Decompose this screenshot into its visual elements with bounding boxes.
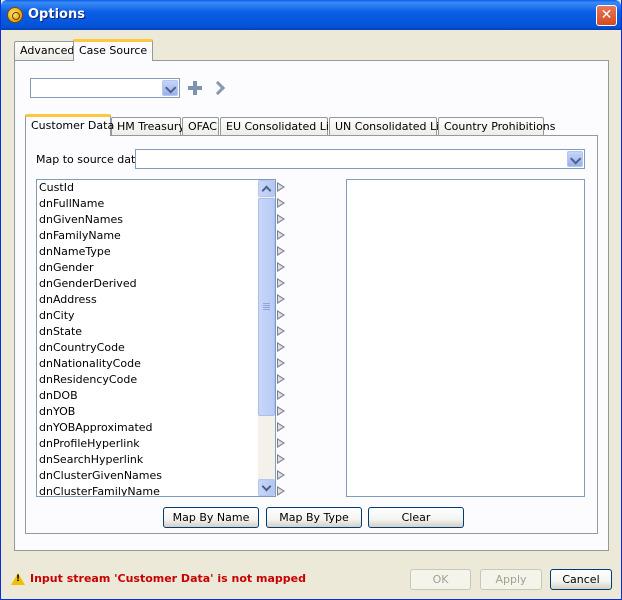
map-arrow-icon[interactable] xyxy=(277,470,285,480)
chevron-right-icon[interactable] xyxy=(211,80,227,96)
tab-eu-consolidated-list[interactable]: EU Consolidated List xyxy=(220,117,339,137)
list-item[interactable]: dnDOB xyxy=(39,388,78,404)
list-item[interactable]: dnCity xyxy=(39,308,75,324)
map-arrow-icon[interactable] xyxy=(277,278,285,288)
list-item[interactable]: dnNationalityCode xyxy=(39,356,141,372)
map-to-source-combo[interactable] xyxy=(135,149,585,169)
map-arrow-icon[interactable] xyxy=(277,326,285,336)
list-item[interactable]: dnSearchHyperlink xyxy=(39,452,143,468)
map-arrow-icon[interactable] xyxy=(277,454,285,464)
tab-country-prohibitions-label: Country Prohibitions xyxy=(444,120,556,133)
tab-hm-treasury[interactable]: HM Treasury xyxy=(111,117,185,137)
list-item[interactable]: dnAddress xyxy=(39,292,97,308)
warning-icon xyxy=(11,573,25,585)
map-arrow-icon[interactable] xyxy=(277,246,285,256)
tab-ofac[interactable]: OFAC xyxy=(182,117,219,137)
list-item[interactable]: dnYOB xyxy=(39,404,75,420)
cancel-button[interactable]: Cancel xyxy=(550,569,612,590)
chevron-down-icon[interactable] xyxy=(567,151,583,167)
map-arrow-icon[interactable] xyxy=(277,262,285,272)
list-item[interactable]: dnFullName xyxy=(39,196,104,212)
source-combo[interactable] xyxy=(30,78,180,98)
close-button[interactable]: ✕ xyxy=(596,5,617,26)
grip-line xyxy=(263,303,270,304)
app-icon xyxy=(7,7,23,23)
tab-customer-data-label: Customer Data xyxy=(31,119,115,132)
tab-un-consolidated-list-label: UN Consolidated List xyxy=(335,120,450,133)
tab-hm-treasury-label: HM Treasury xyxy=(117,120,185,133)
map-by-type-button[interactable]: Map By Type xyxy=(266,507,362,528)
window-title: Options xyxy=(28,7,85,22)
tab-customer-data[interactable]: Customer Data xyxy=(25,114,115,136)
map-arrow-icon[interactable] xyxy=(277,342,285,352)
tab-country-prohibitions[interactable]: Country Prohibitions xyxy=(438,117,556,137)
list-item[interactable]: dnNameType xyxy=(39,244,111,260)
map-arrow-icon[interactable] xyxy=(277,294,285,304)
map-arrow-icon[interactable] xyxy=(277,230,285,240)
map-arrow-icon[interactable] xyxy=(277,374,285,384)
tab-case-source[interactable]: Case Source xyxy=(73,39,154,61)
list-item[interactable]: dnClusterGivenNames xyxy=(39,468,162,484)
map-by-name-button[interactable]: Map By Name xyxy=(163,507,259,528)
list-item[interactable]: dnState xyxy=(39,324,82,340)
tab-ofac-label: OFAC xyxy=(188,120,217,133)
field-list[interactable]: CustId dnFullName dnGivenNames dnFamilyName… xyxy=(36,179,276,497)
list-item[interactable]: dnClusterFamilyName xyxy=(39,484,160,496)
scroll-thumb[interactable] xyxy=(258,198,275,416)
mapped-source-list[interactable] xyxy=(346,179,585,497)
map-arrow-icon[interactable] xyxy=(277,198,285,208)
map-arrow-icon[interactable] xyxy=(277,358,285,368)
close-icon: ✕ xyxy=(600,7,613,23)
list-item[interactable]: CustId xyxy=(39,180,74,196)
scroll-up-icon[interactable] xyxy=(258,180,275,197)
tab-advanced-label: Advanced xyxy=(20,44,75,57)
apply-button[interactable]: Apply xyxy=(480,569,542,590)
list-item[interactable]: dnCountryCode xyxy=(39,340,125,356)
map-arrow-icon[interactable] xyxy=(277,438,285,448)
map-arrow-icon[interactable] xyxy=(277,422,285,432)
clear-button[interactable]: Clear xyxy=(368,507,464,528)
scroll-down-icon[interactable] xyxy=(258,479,275,496)
map-arrow-icon[interactable] xyxy=(277,390,285,400)
map-arrow-icon[interactable] xyxy=(277,486,285,496)
list-item[interactable]: dnYOBApproximated xyxy=(39,420,153,436)
list-item[interactable]: dnGivenNames xyxy=(39,212,123,228)
status-message: Input stream 'Customer Data' is not mapp… xyxy=(30,572,306,585)
grip-line xyxy=(263,309,270,310)
list-item[interactable]: dnProfileHyperlink xyxy=(39,436,140,452)
map-arrow-icon[interactable] xyxy=(277,182,285,192)
tab-eu-consolidated-list-label: EU Consolidated List xyxy=(226,120,339,133)
map-arrow-icon[interactable] xyxy=(277,214,285,224)
chevron-down-icon[interactable] xyxy=(162,80,178,96)
tab-case-source-label: Case Source xyxy=(79,44,148,57)
grip-line xyxy=(263,307,270,308)
list-item[interactable]: dnFamilyName xyxy=(39,228,121,244)
ok-button[interactable]: OK xyxy=(410,569,471,590)
list-item[interactable]: dnGenderDerived xyxy=(39,276,137,292)
tab-un-consolidated-list[interactable]: UN Consolidated List xyxy=(329,117,449,137)
field-list-scrollbar[interactable] xyxy=(258,180,275,496)
map-arrow-icon[interactable] xyxy=(277,406,285,416)
grip-line xyxy=(263,305,270,306)
list-item[interactable]: dnResidencyCode xyxy=(39,372,137,388)
title-bar[interactable]: Options ✕ xyxy=(1,0,621,30)
options-dialog: Options ✕ Advanced Case Source Customer … xyxy=(0,0,622,600)
tab-advanced[interactable]: Advanced xyxy=(14,41,81,61)
add-icon[interactable] xyxy=(187,80,203,96)
map-to-source-label: Map to source data xyxy=(36,153,143,166)
map-arrow-icon[interactable] xyxy=(277,310,285,320)
list-item[interactable]: dnGender xyxy=(39,260,94,276)
